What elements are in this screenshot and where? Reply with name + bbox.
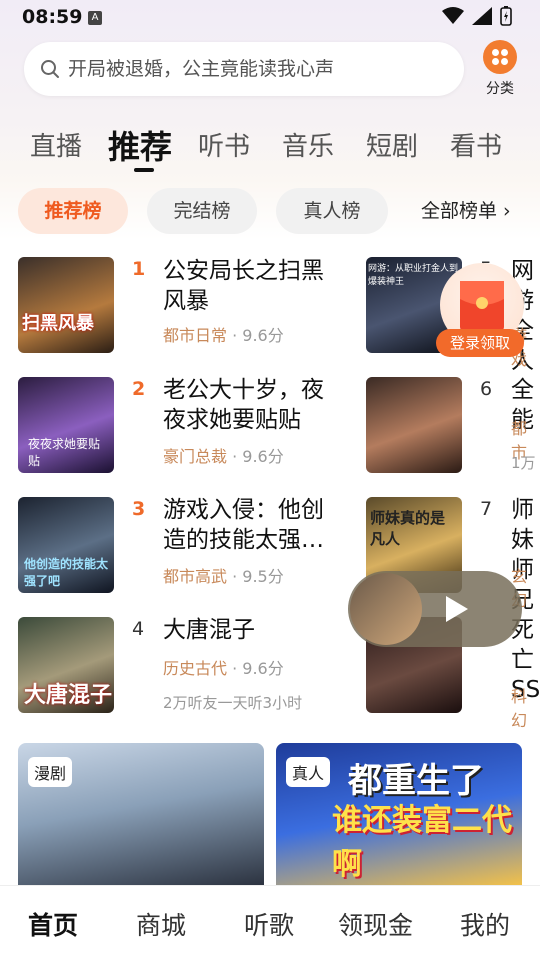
bottom-nav: 首页 商城 听歌 领现金 我的 (0, 885, 540, 961)
book-rank: 6 (480, 378, 493, 400)
book-title-line: 师妹 (511, 497, 534, 553)
book-meta: 都市高武 · 9.5分 (163, 563, 284, 587)
tab-short-drama[interactable]: 短剧 (366, 126, 418, 163)
red-envelope-icon (460, 281, 504, 331)
tab-live[interactable]: 直播 (30, 126, 82, 163)
tab-read[interactable]: 看书 (450, 126, 502, 163)
chip-completed-list[interactable]: 完结榜 (147, 188, 257, 234)
chip-recommended-list[interactable]: 推荐榜 (18, 188, 128, 234)
book-cover-title: 扫黑风暴 (22, 313, 94, 334)
search-input[interactable] (66, 57, 450, 81)
banner-live-drama[interactable]: 真人 都重生了 谁还装富二代啊 (276, 743, 522, 885)
banner-tag: 漫剧 (28, 757, 73, 787)
nav-store[interactable]: 商城 (136, 906, 186, 942)
book-cover-title: 夜夜求她要贴贴 (28, 437, 101, 468)
grid-icon (483, 40, 517, 74)
book-cover[interactable]: 大唐混子 (18, 617, 114, 713)
search-icon (41, 60, 59, 78)
status-icons (442, 6, 512, 26)
notification-icon: A (88, 11, 102, 25)
book-title-line: 大唐混子 (163, 617, 255, 643)
book-title-line: 游戏入侵：他创 (163, 497, 324, 523)
book-score: · 9.6分 (227, 659, 284, 678)
login-reward-label: 登录领取 (436, 329, 524, 357)
book-rank: 4 (132, 618, 145, 640)
book-title-line: 夜求她要贴贴 (163, 407, 301, 433)
book-rank: 2 (132, 378, 146, 400)
book-listen-stats: 2万听友一天听3小时 (163, 694, 303, 712)
book-cover[interactable]: 扫黑风暴 (18, 257, 114, 353)
book-title-line: 造的技能太强… (163, 527, 324, 553)
banner-tag: 真人 (286, 757, 331, 787)
book-title-line: 公安局长之扫黑 (163, 258, 324, 284)
chip-voice-list[interactable]: 真人榜 (276, 188, 388, 234)
book-cover[interactable] (366, 377, 462, 473)
all-rankings-link[interactable]: 全部榜单 › (421, 188, 511, 234)
banner-comic-drama[interactable]: 漫剧 (18, 743, 264, 885)
book-cover[interactable]: 他创造的技能太强了吧 (18, 497, 114, 593)
nav-profile[interactable]: 我的 (460, 906, 510, 942)
tab-audiobook[interactable]: 听书 (198, 126, 250, 163)
book-title[interactable]: 大唐混子 (163, 615, 255, 645)
now-playing-cover (350, 573, 422, 645)
book-meta: 历史古代 · 9.6分 (163, 655, 284, 679)
login-reward-button[interactable]: 登录领取 (436, 263, 524, 359)
book-genre: 豪门总裁 (163, 447, 228, 466)
book-title[interactable]: 老公大十岁，夜 夜求她要贴贴 (163, 375, 324, 435)
book-meta: 科幻 (511, 683, 540, 731)
book-cover-title: 大唐混子 (24, 683, 113, 708)
book-score: · 9.6分 (227, 326, 284, 345)
book-cover-title: 他创造的技能太强了吧 (24, 557, 109, 588)
book-rank: 3 (132, 498, 146, 520)
book-cover-title: 师妹真的是凡人 (370, 509, 446, 548)
signal-icon (472, 7, 492, 25)
search-bar[interactable] (24, 42, 464, 96)
play-icon[interactable] (440, 593, 472, 625)
book-rank: 1 (132, 258, 146, 280)
book-rank: 7 (480, 498, 493, 520)
book-genre: 都市日常 (163, 326, 228, 345)
top-tabs: 直播 推荐 听书 音乐 短剧 看书 (0, 118, 540, 178)
mini-player[interactable] (348, 571, 522, 647)
book-score: · 9.5分 (227, 567, 284, 586)
book-title-line: 风暴 (163, 288, 209, 314)
book-meta: 都市日常 · 9.6分 (163, 322, 284, 346)
tab-recommend[interactable]: 推荐 (108, 122, 172, 168)
nav-home[interactable]: 首页 (28, 906, 78, 942)
category-button[interactable]: 分类 (478, 40, 522, 98)
book-title-line: 老公大十岁，夜 (163, 377, 324, 403)
book-cover[interactable]: 夜夜求她要贴贴 (18, 377, 114, 473)
banner-headline: 谁还装富二代啊 (332, 803, 512, 882)
nav-earn-cash[interactable]: 领现金 (338, 906, 413, 942)
book-genre: 历史古代 (163, 659, 228, 678)
book-title[interactable]: 游戏入侵：他创 造的技能太强… (163, 495, 324, 555)
wifi-icon (442, 7, 464, 24)
category-label: 分类 (486, 81, 514, 97)
tab-underline (134, 168, 154, 172)
status-time: 08:59 (22, 6, 83, 28)
book-title[interactable]: 公安局长之扫黑 风暴 (163, 256, 324, 316)
nav-music[interactable]: 听歌 (244, 906, 294, 942)
tab-music[interactable]: 音乐 (282, 126, 334, 163)
book-listen-stats: 1万 (511, 454, 536, 472)
book-score: · 9.6分 (227, 447, 284, 466)
book-genre: 都市高武 (163, 567, 228, 586)
battery-icon (500, 6, 512, 26)
book-genre: 科幻 (511, 687, 528, 730)
book-meta: 豪门总裁 · 9.6分 (163, 443, 284, 467)
